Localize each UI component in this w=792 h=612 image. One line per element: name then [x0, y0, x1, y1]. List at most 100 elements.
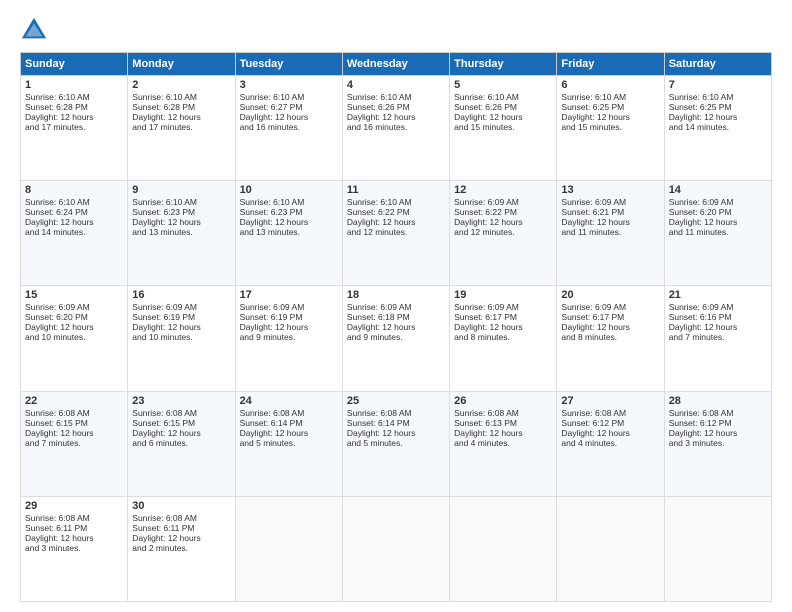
day-number: 27	[561, 395, 659, 407]
day-info: and 16 minutes.	[347, 122, 445, 132]
table-row: 2Sunrise: 6:10 AMSunset: 6:28 PMDaylight…	[128, 76, 235, 181]
calendar-row: 1Sunrise: 6:10 AMSunset: 6:28 PMDaylight…	[21, 76, 772, 181]
day-info: and 2 minutes.	[132, 543, 230, 553]
day-info: and 3 minutes.	[669, 438, 767, 448]
table-row	[664, 496, 771, 601]
day-info: Daylight: 12 hours	[561, 322, 659, 332]
day-info: Daylight: 12 hours	[240, 428, 338, 438]
day-info: Sunrise: 6:09 AM	[240, 302, 338, 312]
day-info: Sunrise: 6:10 AM	[132, 92, 230, 102]
day-number: 22	[25, 395, 123, 407]
table-row: 13Sunrise: 6:09 AMSunset: 6:21 PMDayligh…	[557, 181, 664, 286]
day-info: Sunrise: 6:09 AM	[561, 302, 659, 312]
day-info: and 12 minutes.	[347, 227, 445, 237]
day-info: and 17 minutes.	[25, 122, 123, 132]
day-info: Sunrise: 6:10 AM	[347, 92, 445, 102]
day-info: Daylight: 12 hours	[25, 428, 123, 438]
day-info: Sunset: 6:17 PM	[561, 312, 659, 322]
day-info: Daylight: 12 hours	[669, 112, 767, 122]
day-number: 14	[669, 184, 767, 196]
day-number: 11	[347, 184, 445, 196]
day-info: Daylight: 12 hours	[240, 217, 338, 227]
day-info: Daylight: 12 hours	[561, 112, 659, 122]
day-info: Sunrise: 6:09 AM	[669, 197, 767, 207]
day-info: Sunset: 6:28 PM	[132, 102, 230, 112]
day-info: Daylight: 12 hours	[669, 428, 767, 438]
day-info: and 14 minutes.	[25, 227, 123, 237]
day-info: and 5 minutes.	[240, 438, 338, 448]
table-row: 18Sunrise: 6:09 AMSunset: 6:18 PMDayligh…	[342, 286, 449, 391]
table-row: 23Sunrise: 6:08 AMSunset: 6:15 PMDayligh…	[128, 391, 235, 496]
table-row: 16Sunrise: 6:09 AMSunset: 6:19 PMDayligh…	[128, 286, 235, 391]
day-info: and 9 minutes.	[240, 332, 338, 342]
day-info: Sunset: 6:26 PM	[347, 102, 445, 112]
day-info: Daylight: 12 hours	[25, 217, 123, 227]
day-info: Daylight: 12 hours	[240, 322, 338, 332]
day-info: Sunset: 6:20 PM	[669, 207, 767, 217]
table-row: 11Sunrise: 6:10 AMSunset: 6:22 PMDayligh…	[342, 181, 449, 286]
col-wednesday: Wednesday	[342, 53, 449, 76]
day-number: 17	[240, 289, 338, 301]
day-number: 30	[132, 500, 230, 512]
day-info: Sunrise: 6:09 AM	[25, 302, 123, 312]
day-info: Sunrise: 6:08 AM	[25, 513, 123, 523]
day-info: Sunset: 6:11 PM	[132, 523, 230, 533]
header	[20, 16, 772, 44]
col-sunday: Sunday	[21, 53, 128, 76]
day-number: 26	[454, 395, 552, 407]
day-info: Sunset: 6:19 PM	[240, 312, 338, 322]
day-info: and 16 minutes.	[240, 122, 338, 132]
day-info: Sunset: 6:27 PM	[240, 102, 338, 112]
day-info: Sunrise: 6:08 AM	[347, 408, 445, 418]
day-info: Sunset: 6:23 PM	[240, 207, 338, 217]
day-info: Sunrise: 6:08 AM	[132, 513, 230, 523]
day-info: Sunset: 6:20 PM	[25, 312, 123, 322]
day-number: 5	[454, 79, 552, 91]
day-info: Daylight: 12 hours	[669, 217, 767, 227]
table-row	[342, 496, 449, 601]
day-info: Sunrise: 6:10 AM	[240, 92, 338, 102]
day-info: Daylight: 12 hours	[454, 428, 552, 438]
day-info: Sunrise: 6:10 AM	[25, 197, 123, 207]
day-info: Sunset: 6:13 PM	[454, 418, 552, 428]
day-info: Sunrise: 6:10 AM	[132, 197, 230, 207]
day-info: Daylight: 12 hours	[454, 112, 552, 122]
day-info: and 7 minutes.	[25, 438, 123, 448]
day-info: Sunrise: 6:10 AM	[669, 92, 767, 102]
logo	[20, 16, 52, 44]
table-row: 6Sunrise: 6:10 AMSunset: 6:25 PMDaylight…	[557, 76, 664, 181]
day-info: Sunset: 6:25 PM	[669, 102, 767, 112]
table-row: 14Sunrise: 6:09 AMSunset: 6:20 PMDayligh…	[664, 181, 771, 286]
day-info: Daylight: 12 hours	[25, 533, 123, 543]
day-info: and 12 minutes.	[454, 227, 552, 237]
table-row: 28Sunrise: 6:08 AMSunset: 6:12 PMDayligh…	[664, 391, 771, 496]
day-info: and 6 minutes.	[132, 438, 230, 448]
day-info: Sunrise: 6:08 AM	[240, 408, 338, 418]
day-info: Sunrise: 6:09 AM	[454, 302, 552, 312]
day-info: Sunset: 6:11 PM	[25, 523, 123, 533]
table-row: 15Sunrise: 6:09 AMSunset: 6:20 PMDayligh…	[21, 286, 128, 391]
day-info: Daylight: 12 hours	[132, 533, 230, 543]
table-row: 30Sunrise: 6:08 AMSunset: 6:11 PMDayligh…	[128, 496, 235, 601]
table-row: 8Sunrise: 6:10 AMSunset: 6:24 PMDaylight…	[21, 181, 128, 286]
day-info: Sunrise: 6:10 AM	[347, 197, 445, 207]
day-info: Daylight: 12 hours	[132, 322, 230, 332]
day-number: 15	[25, 289, 123, 301]
day-info: Sunset: 6:26 PM	[454, 102, 552, 112]
table-row: 19Sunrise: 6:09 AMSunset: 6:17 PMDayligh…	[450, 286, 557, 391]
table-row	[450, 496, 557, 601]
day-info: Sunrise: 6:08 AM	[132, 408, 230, 418]
day-info: Sunrise: 6:09 AM	[669, 302, 767, 312]
calendar-row: 15Sunrise: 6:09 AMSunset: 6:20 PMDayligh…	[21, 286, 772, 391]
day-number: 29	[25, 500, 123, 512]
day-info: and 11 minutes.	[669, 227, 767, 237]
day-number: 21	[669, 289, 767, 301]
day-number: 6	[561, 79, 659, 91]
calendar-table: Sunday Monday Tuesday Wednesday Thursday…	[20, 52, 772, 602]
col-monday: Monday	[128, 53, 235, 76]
day-number: 25	[347, 395, 445, 407]
day-info: Sunset: 6:19 PM	[132, 312, 230, 322]
day-info: and 3 minutes.	[25, 543, 123, 553]
day-info: and 14 minutes.	[669, 122, 767, 132]
day-info: and 8 minutes.	[561, 332, 659, 342]
